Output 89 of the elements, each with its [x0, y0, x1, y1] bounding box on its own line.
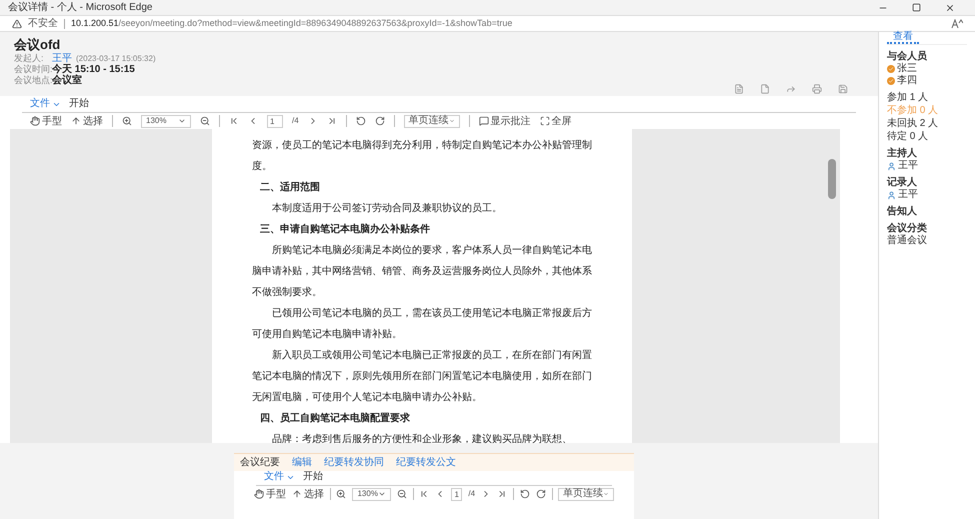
person-name: 王平	[898, 190, 918, 200]
rotate-left-icon[interactable]	[356, 116, 366, 126]
category-value: 普通会议	[887, 235, 928, 247]
show-annotations-button[interactable]: 显示批注	[478, 114, 531, 128]
security-label: 不安全	[28, 18, 58, 28]
chevron-down-icon	[602, 490, 609, 498]
attendance-count: 参加 1 人	[887, 91, 930, 104]
select-tool-button[interactable]: 选择	[71, 114, 103, 128]
section-title: 会议分类	[887, 223, 928, 234]
minutes-title: 会议纪要	[240, 458, 280, 468]
page-total: /4	[468, 488, 476, 500]
attendance-count: 不参加 0 人	[887, 104, 940, 117]
hand-icon	[30, 116, 40, 126]
menu-tab[interactable]: 文件	[30, 99, 61, 109]
paragraph: 资源，使员工的笔记本电脑得到充分利用，特制定自购笔记本办公补贴管理制度。	[252, 138, 592, 174]
zoom-select[interactable]: 130%	[141, 114, 191, 128]
chevron-down-icon	[178, 117, 186, 125]
fullscreen-button[interactable]: 全屏	[540, 114, 572, 128]
zoom-in-icon[interactable]	[122, 116, 132, 126]
attendance-count: 待定 0 人	[887, 130, 930, 143]
last-page-icon[interactable]	[497, 489, 508, 499]
close-icon[interactable]	[945, 2, 955, 12]
first-page-icon[interactable]	[419, 489, 430, 499]
rotate-right-icon[interactable]	[374, 116, 385, 126]
maximize-icon[interactable]	[912, 3, 921, 12]
section-title: 告知人	[887, 206, 918, 218]
zoom-select[interactable]: 130%	[352, 488, 391, 500]
document-icon[interactable]	[734, 84, 744, 94]
chevron-down-icon	[378, 490, 386, 498]
comment-icon	[478, 116, 489, 126]
minutes-link[interactable]: 纪要转发公文	[396, 458, 456, 468]
warning-icon	[12, 18, 22, 28]
person-icon	[887, 190, 896, 200]
check-badge-icon	[887, 65, 895, 73]
save-icon[interactable]	[838, 84, 848, 94]
field-value: 今天 15:10 - 15:15	[52, 64, 135, 74]
attendee-name: 李四	[897, 76, 917, 86]
rotate-right-icon[interactable]	[536, 489, 546, 499]
hand-tool-button[interactable]: 手型	[30, 114, 62, 128]
section-title: 与会人员	[887, 51, 928, 62]
view-mode-select[interactable]: 单页连续	[404, 114, 460, 128]
sidebar-tab[interactable]: 查看	[887, 32, 919, 44]
zoom-in-icon[interactable]	[336, 489, 346, 499]
minutes-link[interactable]: 纪要转发协同	[324, 458, 384, 468]
paragraph: 所购笔记本电脑必须满足本岗位的要求，客户体系人员一律自购笔记本电脑申请补贴，其中网络营销、销管、商务及运营服务岗位人员除外，其他体系不做强制要求。	[252, 244, 592, 300]
attendance-count: 未回执 2 人	[887, 117, 940, 130]
organizer-link[interactable]: 王平	[52, 54, 72, 64]
field-value: 会议室	[52, 76, 82, 86]
select-tool-button[interactable]: 选择	[292, 486, 324, 502]
section-title: 主持人	[887, 148, 918, 160]
first-page-icon[interactable]	[229, 116, 239, 126]
check-badge-icon	[887, 77, 895, 85]
fullscreen-icon	[540, 116, 550, 126]
zoom-out-icon[interactable]	[200, 116, 210, 126]
page-total: /4	[292, 115, 299, 127]
print-icon[interactable]	[812, 84, 822, 94]
last-page-icon[interactable]	[326, 116, 337, 126]
person-name: 王平	[898, 161, 918, 171]
url-text: 10.1.200.51/seeyon/meeting.do?method=view&meetingId=8896349048892637563&proxyId=-1&showTab=true	[71, 19, 514, 28]
zoom-out-icon[interactable]	[396, 489, 407, 499]
meeting-title: 会议ofd	[14, 36, 62, 53]
created-time: (2023-03-17 15:05:32)	[76, 52, 156, 64]
page-input[interactable]: 1	[451, 488, 462, 500]
hand-tool-button[interactable]: 手型	[254, 486, 286, 502]
paragraph: 本制度适用于公司签订劳动合同及兼职协议的员工。	[271, 202, 503, 216]
file-icon[interactable]	[760, 84, 770, 94]
person-icon	[887, 162, 896, 170]
page-input[interactable]: 1	[267, 114, 283, 128]
section-title: 记录人	[887, 177, 918, 189]
arrow-up-icon	[71, 116, 81, 126]
paragraph: 已领用公司笔记本电脑的员工，需在该员工使用笔记本电脑正常报废后方可使用自购笔记本电脑申请补贴。	[252, 306, 592, 342]
minutes-link[interactable]: 编辑	[292, 458, 312, 468]
section-heading: 四、员工自购笔记本电脑配置要求	[259, 411, 411, 426]
section-heading: 三、申请自购笔记本电脑办公补贴条件	[259, 222, 431, 237]
hand-icon	[254, 489, 264, 499]
read-aloud-icon[interactable]	[951, 18, 963, 28]
window-title: 会议详情 - 个人 - Microsoft Edge	[8, 2, 154, 12]
forward-icon[interactable]	[786, 84, 796, 94]
attendee-name: 张三	[897, 64, 917, 74]
rotate-left-icon[interactable]	[520, 489, 530, 499]
view-mode-select[interactable]: 单页连续	[558, 488, 614, 500]
field-label: 发起人:	[14, 54, 44, 63]
scrollbar-thumb[interactable]	[828, 159, 836, 199]
arrow-up-icon	[292, 489, 302, 499]
menu-tab[interactable]: 开始	[69, 99, 89, 109]
section-heading: 二、适用范围	[259, 180, 321, 195]
chevron-down-icon	[448, 117, 455, 125]
paragraph: 新入职员工或领用公司笔记本电脑已正常报废的员工，在所在部门有闲置笔记本电脑的情况下，原则先领用所在部门闲置笔记本电脑使用，如所在部门无闲置电脑，可使用个人笔记本电脑申请办公补贴。	[252, 348, 592, 405]
menu-tab[interactable]: 开始	[303, 472, 323, 482]
